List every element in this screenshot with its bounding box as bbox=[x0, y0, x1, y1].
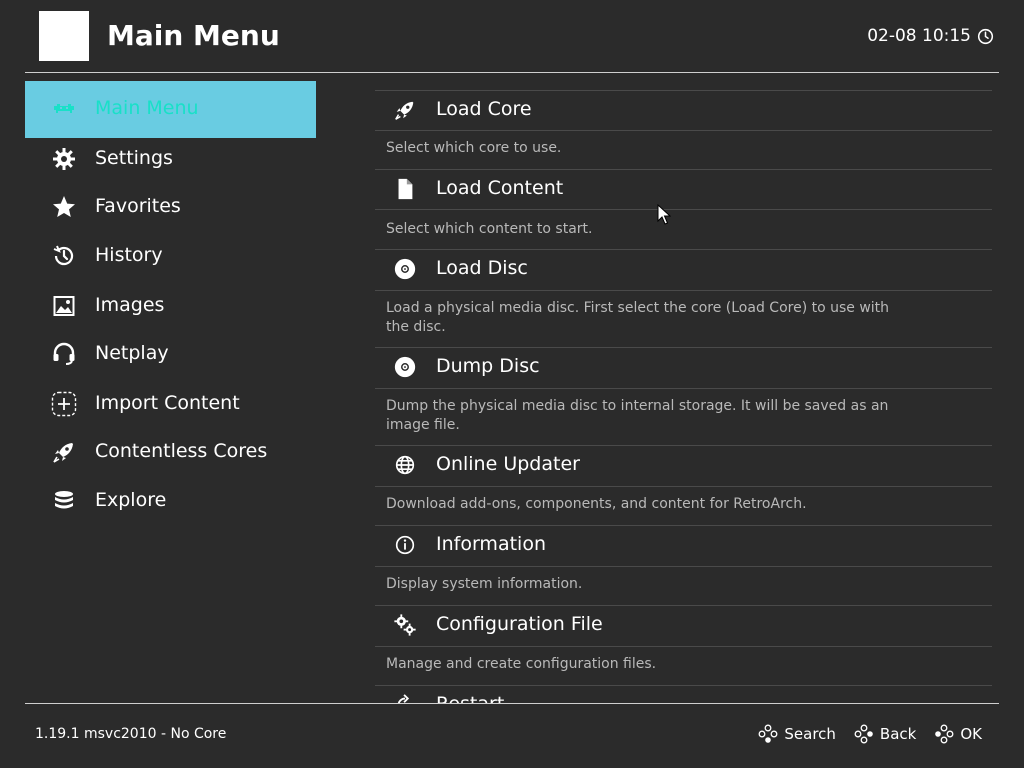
ok-action[interactable]: OK bbox=[934, 724, 982, 744]
image-icon bbox=[49, 291, 79, 321]
sidebar: Main Menu Settings Favorites History Ima… bbox=[25, 81, 316, 691]
database-icon bbox=[49, 486, 79, 516]
menu-item-label: Load Core bbox=[436, 98, 532, 120]
back-action-label: Back bbox=[879, 725, 917, 743]
menu-item-information[interactable]: Information bbox=[375, 525, 992, 565]
sidebar-item-settings[interactable]: Settings bbox=[25, 135, 316, 183]
menu-item-label: Load Content bbox=[436, 177, 564, 199]
gear-icon bbox=[49, 144, 79, 174]
plus-icon bbox=[49, 389, 79, 419]
menu-item-load-core[interactable]: Load Core bbox=[375, 90, 992, 130]
ok-action-label: OK bbox=[960, 725, 982, 743]
sidebar-item-label: Settings bbox=[95, 147, 173, 169]
rocket-icon bbox=[49, 437, 79, 467]
sidebar-item-label: Import Content bbox=[95, 392, 240, 414]
back-action[interactable]: Back bbox=[854, 724, 916, 744]
sidebar-item-explore[interactable]: Explore bbox=[25, 477, 316, 525]
page-title: Main Menu bbox=[107, 19, 280, 52]
headset-icon bbox=[49, 339, 79, 369]
sidebar-item-contentless-cores[interactable]: Contentless Cores bbox=[25, 428, 316, 476]
clock-icon bbox=[977, 28, 994, 44]
gamepad-buttons-icon bbox=[758, 724, 778, 743]
menu-item-restart[interactable]: Restart bbox=[375, 685, 992, 703]
menu-item-label: Configuration File bbox=[436, 613, 603, 635]
menu-item-label: Online Updater bbox=[436, 453, 580, 475]
divider bbox=[375, 646, 992, 647]
footer-divider bbox=[25, 703, 999, 704]
sidebar-item-favorites[interactable]: Favorites bbox=[25, 183, 316, 231]
menu-item-dump-disc[interactable]: Dump Disc bbox=[375, 347, 992, 387]
disc-icon bbox=[391, 255, 419, 283]
gamepad-buttons-icon bbox=[935, 724, 954, 744]
clock-text: 02-08 10:15 bbox=[867, 26, 971, 46]
divider bbox=[375, 388, 992, 389]
menu-item-description: Select which core to use. bbox=[386, 140, 562, 156]
search-action-label: Search bbox=[784, 725, 836, 743]
sidebar-item-history[interactable]: History bbox=[25, 232, 316, 280]
menu-item-online-updater[interactable]: Online Updater bbox=[375, 445, 992, 485]
history-icon bbox=[49, 241, 79, 271]
divider bbox=[375, 486, 992, 487]
menu-item-label: Dump Disc bbox=[436, 355, 540, 377]
info-icon bbox=[391, 531, 419, 559]
retroarch-window: Main Menu 02-08 10:15 Main Menu Settings bbox=[0, 0, 1024, 768]
divider bbox=[375, 209, 992, 210]
disc-icon bbox=[391, 353, 419, 381]
sidebar-item-netplay[interactable]: Netplay bbox=[25, 330, 316, 378]
menu-item-description: Display system information. bbox=[386, 576, 583, 592]
version-info: 1.19.1 msvc2010 - No Core bbox=[35, 726, 227, 742]
menu-item-label: Information bbox=[436, 533, 546, 555]
sidebar-item-label: Netplay bbox=[95, 342, 169, 364]
menu-item-description: Dump the physical media disc to internal… bbox=[386, 398, 889, 433]
globe-icon bbox=[391, 451, 419, 479]
retroarch-invader-icon bbox=[49, 94, 79, 124]
menu-item-load-content[interactable]: Load Content bbox=[375, 169, 992, 209]
sidebar-item-label: Favorites bbox=[95, 195, 181, 217]
sidebar-item-label: Images bbox=[95, 294, 165, 316]
sidebar-item-import-content[interactable]: Import Content bbox=[25, 380, 316, 428]
menu-item-configuration-file[interactable]: Configuration File bbox=[375, 605, 992, 645]
mouse-cursor-icon bbox=[657, 204, 671, 225]
divider bbox=[375, 130, 992, 131]
main-menu-list: Load Core Select which core to use. Load… bbox=[375, 88, 992, 703]
menu-item-load-disc[interactable]: Load Disc bbox=[375, 249, 992, 289]
search-action[interactable]: Search bbox=[758, 724, 836, 744]
file-icon bbox=[391, 175, 419, 203]
header: Main Menu 02-08 10:15 bbox=[0, 0, 1024, 72]
sidebar-item-label: History bbox=[95, 244, 163, 266]
star-icon bbox=[49, 192, 79, 222]
restart-icon bbox=[391, 691, 419, 703]
gears-icon bbox=[391, 611, 419, 639]
menu-item-description: Select which content to start. bbox=[386, 221, 593, 237]
sidebar-item-images[interactable]: Images bbox=[25, 282, 316, 330]
thumbnail-placeholder bbox=[39, 11, 89, 61]
rocket-icon bbox=[391, 96, 419, 124]
menu-item-description: Load a physical media disc. First select… bbox=[386, 300, 890, 335]
menu-item-label: Restart bbox=[436, 693, 504, 703]
menu-item-description: Manage and create configuration files. bbox=[386, 656, 657, 672]
divider bbox=[375, 566, 992, 567]
sidebar-item-label: Contentless Cores bbox=[95, 440, 268, 462]
menu-item-description: Download add-ons, components, and conten… bbox=[386, 496, 807, 512]
gamepad-buttons-icon bbox=[854, 724, 873, 744]
sidebar-item-main-menu[interactable]: Main Menu bbox=[25, 81, 316, 138]
sidebar-item-label: Main Menu bbox=[95, 97, 199, 119]
divider bbox=[375, 290, 992, 291]
footer-actions: Search Back OK bbox=[758, 724, 982, 744]
header-divider bbox=[25, 72, 999, 73]
sidebar-item-label: Explore bbox=[95, 489, 167, 511]
menu-item-label: Load Disc bbox=[436, 257, 528, 279]
clock: 02-08 10:15 bbox=[867, 26, 994, 46]
